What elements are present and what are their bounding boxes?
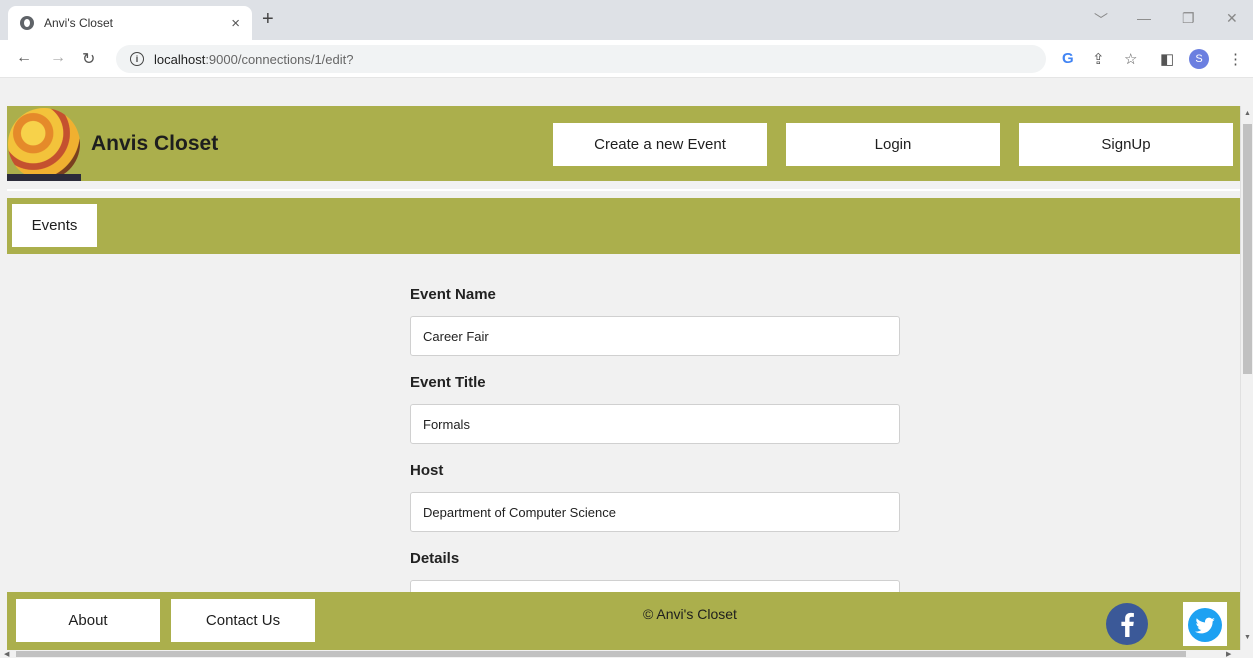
url-path: :9000/connections/1/edit?: [205, 51, 354, 67]
horizontal-scrollbar[interactable]: ◀ ▶: [0, 650, 1253, 658]
vertical-scrollbar[interactable]: ▲ ▼: [1240, 106, 1253, 650]
star-icon[interactable]: ☆: [1124, 50, 1137, 68]
scroll-up-icon[interactable]: ▲: [1244, 110, 1251, 117]
about-button[interactable]: About: [16, 599, 160, 642]
login-button[interactable]: Login: [786, 123, 1000, 166]
tab-title: Anvi's Closet: [44, 16, 113, 30]
google-icon[interactable]: G: [1062, 50, 1074, 67]
logo-caption-bar: [7, 174, 81, 181]
signup-button[interactable]: SignUp: [1019, 123, 1233, 166]
restore-icon[interactable]: ❐: [1182, 10, 1195, 27]
window-close-icon[interactable]: ✕: [1226, 10, 1238, 27]
create-event-button[interactable]: Create a new Event: [553, 123, 767, 166]
url-host: localhost: [154, 51, 206, 67]
close-icon[interactable]: ×: [231, 15, 240, 32]
address-bar: ← → ↻ i localhost:9000/connections/1/edi…: [0, 40, 1253, 78]
vertical-scroll-thumb[interactable]: [1243, 124, 1252, 374]
divider: [7, 189, 1240, 191]
scroll-down-icon[interactable]: ▼: [1244, 634, 1251, 641]
scroll-left-icon[interactable]: ◀: [4, 650, 9, 658]
info-icon[interactable]: i: [130, 52, 144, 66]
avatar[interactable]: S: [1189, 49, 1209, 69]
sidepanel-icon[interactable]: ◧: [1160, 50, 1174, 68]
scroll-right-icon[interactable]: ▶: [1226, 650, 1231, 658]
host-label: Host: [410, 462, 444, 479]
logo[interactable]: [8, 108, 80, 180]
event-title-label: Event Title: [410, 374, 486, 391]
page: Anvis Closet Create a new Event Login Si…: [7, 106, 1240, 650]
contact-us-button[interactable]: Contact Us: [171, 599, 315, 642]
globe-icon: [20, 16, 34, 30]
horizontal-scroll-thumb[interactable]: [16, 651, 1186, 657]
forward-icon[interactable]: →: [50, 49, 66, 67]
reload-icon[interactable]: ↻: [82, 49, 95, 69]
sub-navigation: Events: [7, 198, 1240, 254]
back-icon[interactable]: ←: [16, 49, 32, 67]
site-header: Anvis Closet Create a new Event Login Si…: [7, 106, 1240, 181]
menu-icon[interactable]: ⋮: [1228, 50, 1243, 68]
minimize-icon[interactable]: —: [1137, 10, 1151, 26]
browser-tab[interactable]: Anvi's Closet ×: [8, 6, 252, 40]
host-field[interactable]: [410, 492, 900, 532]
site-footer: About Contact Us © Anvi's Closet: [7, 592, 1240, 650]
facebook-icon[interactable]: [1105, 602, 1149, 646]
share-icon[interactable]: ⇪: [1092, 50, 1105, 68]
event-name-label: Event Name: [410, 286, 496, 303]
twitter-icon[interactable]: [1183, 602, 1227, 646]
event-name-field[interactable]: [410, 316, 900, 356]
browser-tabbar: Anvi's Closet × + ﹀ — ❐ ✕: [0, 0, 1253, 40]
events-button[interactable]: Events: [12, 204, 97, 247]
brand-name: Anvis Closet: [91, 132, 219, 155]
chevron-down-icon[interactable]: ﹀: [1094, 10, 1108, 30]
details-label: Details: [410, 550, 460, 567]
plus-icon[interactable]: +: [262, 8, 274, 31]
event-title-field[interactable]: [410, 404, 900, 444]
url-field[interactable]: i localhost:9000/connections/1/edit?: [116, 45, 1046, 73]
copyright-text: © Anvi's Closet: [643, 606, 737, 622]
